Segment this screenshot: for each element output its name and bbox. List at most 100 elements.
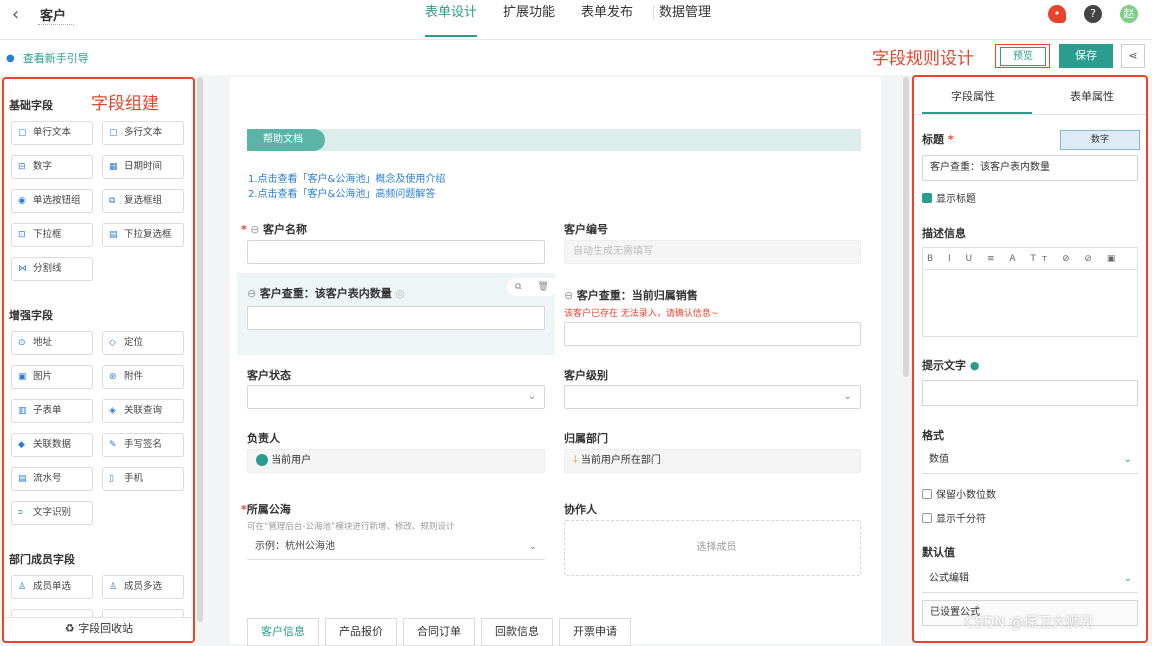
tab-form-properties[interactable]: 表单属性 bbox=[1070, 88, 1114, 104]
back-icon[interactable]: ‹ bbox=[12, 4, 19, 25]
select-pool[interactable]: 示例：杭州公海池 ⌄ bbox=[247, 536, 545, 560]
field-divider[interactable]: ⋈ 分割线 bbox=[11, 257, 93, 281]
field-subform[interactable]: ▥ 子表单 bbox=[11, 399, 93, 423]
delete-icon[interactable]: 🗑 bbox=[538, 282, 549, 292]
field-signature[interactable]: ✎ 手写签名 bbox=[102, 433, 184, 457]
group-title-basic: 基础字段 bbox=[9, 99, 53, 112]
serial-icon: ▤ bbox=[18, 474, 27, 484]
tab-extensions[interactable]: 扩展功能 bbox=[496, 0, 562, 40]
field-location[interactable]: ◇ 定位 bbox=[102, 331, 184, 355]
tab-divider bbox=[653, 6, 654, 20]
copy-icon[interactable]: ⧉ bbox=[515, 282, 521, 292]
active-tab-indicator bbox=[922, 112, 1032, 114]
checkbox-icon: ⧉ bbox=[109, 196, 116, 206]
select-customer-status[interactable]: ⌄ bbox=[247, 385, 545, 409]
checkbox-thousands[interactable]: 显示千分符 bbox=[922, 510, 986, 525]
field-ocr[interactable]: ⌗ 文字识别 bbox=[11, 501, 93, 525]
field-address[interactable]: ⊙ 地址 bbox=[11, 331, 93, 355]
field-attachment[interactable]: ⊛ 附件 bbox=[102, 365, 184, 389]
help-doc-tab[interactable]: 帮助文档 bbox=[247, 129, 325, 151]
tab-field-properties[interactable]: 字段属性 bbox=[951, 88, 995, 104]
field-checkbox-group[interactable]: ⧉ 复选框组 bbox=[102, 189, 184, 213]
field-datetime[interactable]: ▦ 日期时间 bbox=[102, 155, 184, 179]
divider-icon: ⋈ bbox=[18, 264, 27, 274]
input-title[interactable]: 客户查重：该客户表内数量 bbox=[922, 155, 1138, 181]
label-query-sales: ⊖ 客户查重：当前归属销售 bbox=[564, 289, 698, 302]
field-radio-group[interactable]: ◉ 单选按钮组 bbox=[11, 189, 93, 213]
field-dropdown-multi[interactable]: ▤ 下拉复选框 bbox=[102, 223, 184, 247]
dropdown-multi-icon: ▤ bbox=[109, 230, 118, 240]
input-owner[interactable]: 当前用户 bbox=[247, 449, 545, 473]
tab-product-quote[interactable]: 产品报价 bbox=[325, 618, 397, 646]
field-tools: ⧉ 🗑 bbox=[507, 278, 557, 296]
watermark: CSDN @保卫大狮兄 bbox=[965, 615, 1094, 631]
tab-data-management[interactable]: 数据管理 bbox=[652, 0, 718, 40]
field-type-badge[interactable]: 数字 bbox=[1060, 130, 1140, 150]
field-multi-line-text[interactable]: ▢ 多行文本 bbox=[102, 121, 184, 145]
field-member-multi[interactable]: ♙ 成员多选 bbox=[102, 575, 184, 599]
tab-payment-info[interactable]: 回款信息 bbox=[481, 618, 553, 646]
save-button[interactable]: 保存 bbox=[1059, 44, 1113, 68]
tab-form-publish[interactable]: 表单发布 bbox=[574, 0, 640, 40]
bell-icon[interactable]: • bbox=[1048, 5, 1066, 23]
field-palette: 基础字段 字段组建 ▢ 单行文本 ▢ 多行文本 ⊟ 数字 ▦ 日期时间 ◉ 单选按钮组 ⧉… bbox=[2, 77, 195, 643]
help-icon[interactable]: ? bbox=[1084, 5, 1102, 23]
select-default-value[interactable]: 公式编辑 ⌄ bbox=[922, 567, 1138, 593]
label-tip: 提示文字 ● bbox=[922, 359, 980, 372]
preview-button[interactable]: 预览 bbox=[1000, 47, 1046, 66]
share-icon[interactable]: ⋖ bbox=[1121, 44, 1145, 68]
recycle-bin-button[interactable]: ♻ 字段回收站 bbox=[4, 617, 193, 641]
group-title-enhanced: 增强字段 bbox=[9, 309, 53, 322]
table-icon: ▥ bbox=[18, 406, 27, 416]
field-image[interactable]: ▣ 图片 bbox=[11, 365, 93, 389]
field-related-query[interactable]: ◈ 关联查询 bbox=[102, 399, 184, 423]
input-query-count[interactable] bbox=[247, 306, 545, 330]
page-title: 客户 bbox=[40, 9, 67, 24]
top-bar: ‹ 客户 表单设计 扩展功能 表单发布 数据管理 • ? 赵 bbox=[0, 0, 1152, 40]
tab-customer-info[interactable]: 客户信息 bbox=[247, 618, 319, 646]
main-tabs: 表单设计 扩展功能 表单发布 数据管理 bbox=[418, 0, 730, 40]
tab-contract-order[interactable]: 合同订单 bbox=[403, 618, 475, 646]
phone-icon: ▯ bbox=[109, 474, 114, 484]
help-doc-bar: 帮助文档 bbox=[247, 129, 861, 151]
description-editor[interactable]: B I U ≡ A Tт ⊘ ⊘ ▣ bbox=[922, 247, 1138, 337]
field-member-single[interactable]: ♙ 成员单选 bbox=[11, 575, 93, 599]
label-customer-status: 客户状态 bbox=[247, 369, 291, 382]
label-collaborator: 协作人 bbox=[564, 503, 597, 516]
field-single-line-text[interactable]: ▢ 单行文本 bbox=[11, 121, 93, 145]
rule-design-annotation: 字段规则设计 bbox=[872, 49, 974, 69]
checkbox-keep-decimal[interactable]: 保留小数位数 bbox=[922, 486, 996, 501]
avatar[interactable]: 赵 bbox=[1120, 5, 1138, 23]
guide-link[interactable]: ● 查看新手引导 bbox=[6, 50, 89, 66]
help-link-1[interactable]: 1.点击查看「客户&公海池」概念及使用介绍 bbox=[248, 170, 445, 185]
field-serial-number[interactable]: ▤ 流水号 bbox=[11, 467, 93, 491]
tab-invoice-request[interactable]: 开票申请 bbox=[559, 618, 631, 646]
radio-icon: ◉ bbox=[18, 196, 26, 206]
tab-form-design[interactable]: 表单设计 bbox=[418, 0, 484, 40]
chevron-down-icon: ⌄ bbox=[528, 541, 537, 552]
field-dropdown[interactable]: ⊡ 下拉框 bbox=[11, 223, 93, 247]
action-bar: ● 查看新手引导 字段规则设计 预览 保存 ⋖ bbox=[0, 40, 1152, 75]
input-dept[interactable]: ⸸ 当前用户所在部门 bbox=[564, 449, 861, 473]
input-tip[interactable] bbox=[922, 380, 1138, 406]
select-format[interactable]: 数值 ⌄ bbox=[922, 448, 1138, 474]
select-collaborator[interactable]: 选择成员 bbox=[564, 520, 861, 576]
location-icon: ◇ bbox=[109, 338, 116, 348]
left-scrollbar[interactable] bbox=[197, 77, 203, 622]
chevron-down-icon: ⌄ bbox=[1123, 454, 1132, 465]
selected-field-card[interactable]: ⊖ 客户查重：该客户表内数量 ◎ ⧉ 🗑 bbox=[237, 273, 557, 355]
pen-icon: ✎ bbox=[109, 440, 117, 450]
duplicate-warning: 该客户已存在 无法录入，请确认信息~ bbox=[564, 309, 719, 319]
center-scrollbar[interactable] bbox=[903, 77, 909, 377]
calendar-icon: ▦ bbox=[109, 162, 118, 172]
help-link-2[interactable]: 2.点击查看「客户&公海池」高频问题解答 bbox=[248, 185, 435, 200]
checkbox-show-title[interactable]: 显示标题 bbox=[922, 190, 976, 205]
select-customer-level[interactable]: ⌄ bbox=[564, 385, 861, 409]
field-related-data[interactable]: ◆ 关联数据 bbox=[11, 433, 93, 457]
input-query-sales[interactable] bbox=[564, 322, 861, 346]
editor-toolbar[interactable]: B I U ≡ A Tт ⊘ ⊘ ▣ bbox=[923, 248, 1137, 270]
input-customer-name[interactable] bbox=[247, 240, 545, 264]
chevron-down-icon: ⌄ bbox=[527, 391, 536, 402]
field-number[interactable]: ⊟ 数字 bbox=[11, 155, 93, 179]
field-phone[interactable]: ▯ 手机 bbox=[102, 467, 184, 491]
